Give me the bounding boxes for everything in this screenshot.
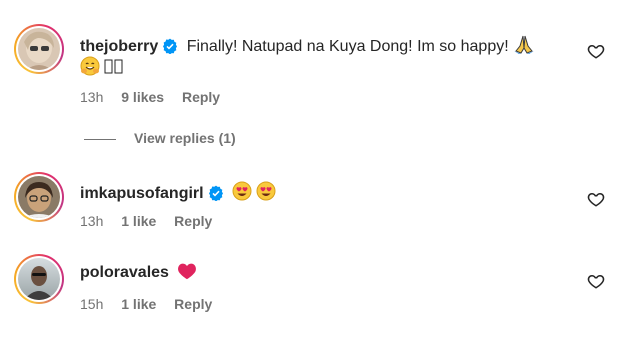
like-heart-icon[interactable] <box>587 272 605 290</box>
verified-badge-icon <box>208 185 224 208</box>
avatar <box>18 258 60 300</box>
comment-meta: 13h 1 like Reply <box>80 213 226 229</box>
like-heart-icon[interactable] <box>587 190 605 208</box>
heart-eyes-emoji-icon <box>232 181 252 208</box>
heart-eyes-emoji-icon <box>256 181 276 208</box>
comment-username[interactable]: thejoberry <box>80 38 158 55</box>
hugging-face-emoji-icon <box>80 56 100 83</box>
red-heart-emoji-icon <box>177 262 197 287</box>
reply-button[interactable]: Reply <box>174 296 212 312</box>
avatar <box>18 176 60 218</box>
avatar <box>18 28 60 70</box>
like-heart-icon[interactable] <box>587 42 605 60</box>
comment-username[interactable]: imkapusofangirl <box>80 185 204 202</box>
verified-badge-icon <box>162 38 178 61</box>
comment-time: 15h <box>80 296 104 312</box>
avatar-story-ring[interactable] <box>14 24 64 74</box>
avatar-story-ring[interactable] <box>14 172 64 222</box>
unrendered-glyph-icon <box>104 58 124 83</box>
reply-button[interactable]: Reply <box>174 213 212 229</box>
comment-likes[interactable]: 9 likes <box>121 89 164 105</box>
comment-username[interactable]: poloravales <box>80 264 169 281</box>
comment-likes[interactable]: 1 like <box>121 213 156 229</box>
avatar-story-ring[interactable] <box>14 254 64 304</box>
view-replies-button[interactable]: View replies (1) <box>84 130 236 146</box>
reply-button[interactable]: Reply <box>182 89 220 105</box>
comment-meta: 15h 1 like Reply <box>80 296 226 312</box>
comment-text: Finally! Natupad na Kuya Dong! Im so hap… <box>186 38 509 55</box>
comment-meta: 13h 9 likes Reply <box>80 89 234 105</box>
replies-divider <box>84 138 116 140</box>
comment-time: 13h <box>80 213 104 229</box>
folded-hands-emoji-icon <box>513 34 535 61</box>
view-replies-label[interactable]: View replies (1) <box>134 130 236 146</box>
comment-time: 13h <box>80 89 104 105</box>
comment-likes[interactable]: 1 like <box>121 296 156 312</box>
